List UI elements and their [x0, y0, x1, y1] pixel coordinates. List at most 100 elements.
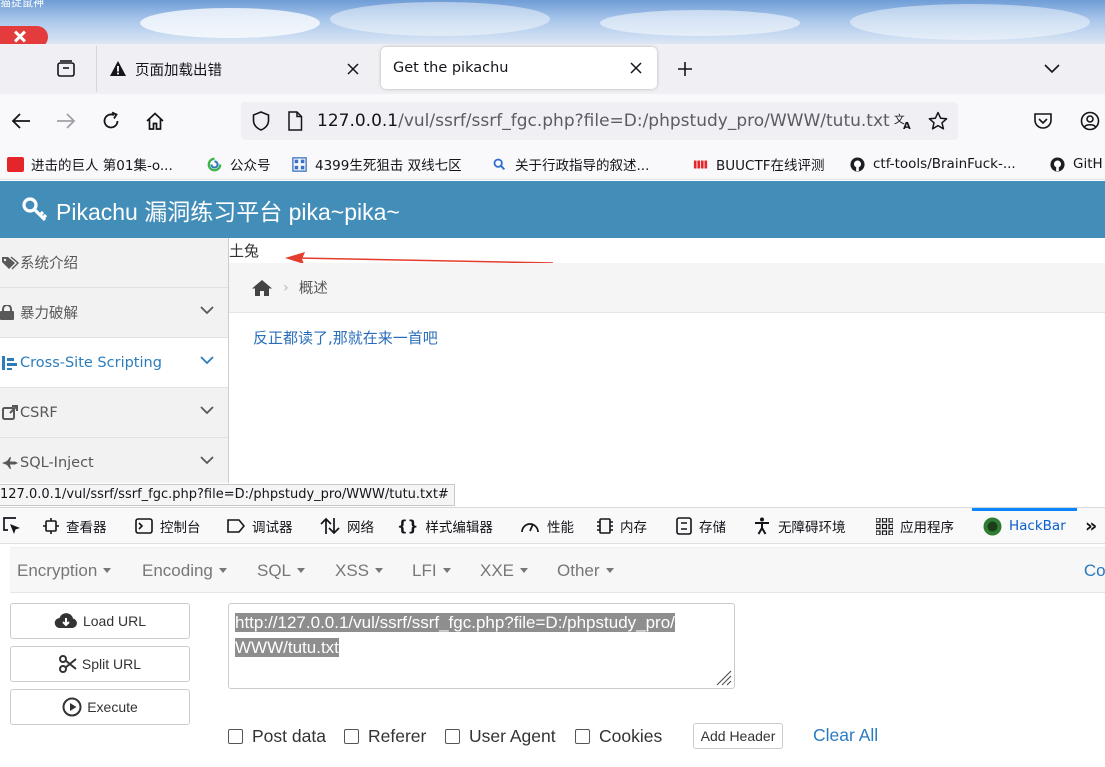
tab-performance[interactable]: 性能: [520, 514, 574, 538]
checkbox-box[interactable]: [445, 729, 460, 744]
game-grid-icon: [292, 156, 307, 172]
menu-lfi[interactable]: LFI: [412, 561, 451, 581]
caret-down-icon: [520, 568, 529, 573]
bookmark-item[interactable]: 关于行政指导的叙述...: [491, 154, 649, 174]
menu-contribute[interactable]: Con: [1084, 561, 1105, 581]
tab-debugger[interactable]: 调试器: [227, 514, 293, 538]
tab-storage[interactable]: 存储: [676, 514, 726, 538]
cloud-download-icon: [54, 612, 78, 630]
post-data-checkbox[interactable]: Post data: [228, 726, 326, 747]
sidebar-item-sql-inject[interactable]: SQL-Inject: [0, 438, 228, 483]
poem-link[interactable]: 反正都读了,那就在来一首吧: [253, 327, 438, 348]
element-picker-button[interactable]: [2, 514, 22, 538]
checkbox-box[interactable]: [228, 729, 243, 744]
forward-button[interactable]: [52, 107, 80, 135]
menu-sql[interactable]: SQL: [257, 561, 306, 581]
load-url-button[interactable]: Load URL: [10, 603, 190, 639]
menu-label: Encoding: [142, 561, 213, 580]
page-info-icon[interactable]: [285, 111, 305, 131]
bookmark-item[interactable]: BUUCTF在线评测: [692, 154, 824, 174]
sidebar-item-csrf[interactable]: CSRF: [0, 388, 228, 438]
menu-xss[interactable]: XSS: [335, 561, 384, 581]
menu-encryption[interactable]: Encryption: [17, 561, 112, 581]
translate-icon[interactable]: 文A: [893, 111, 913, 131]
tab-network[interactable]: 网络: [320, 514, 374, 538]
menu-encoding[interactable]: Encoding: [142, 561, 227, 581]
pocket-icon: [1034, 113, 1052, 129]
tab-close-icon[interactable]: [627, 59, 645, 77]
devtools-tab-label: 应用程序: [900, 520, 954, 536]
home-icon: [146, 112, 164, 130]
tab-hackbar[interactable]: HackBar: [983, 514, 1066, 538]
clear-all-link[interactable]: Clear All: [813, 725, 878, 746]
gauge-icon: [520, 518, 540, 534]
tab-strip: 页面加载出错 Get the pikachu: [0, 44, 1105, 94]
tab-error-page[interactable]: 页面加载出错: [96, 46, 374, 92]
menu-xxe[interactable]: XXE: [480, 561, 529, 581]
url-text[interactable]: 127.0.0.1/vul/ssrf/ssrf_fgc.php?file=D:/…: [317, 111, 890, 131]
bookmark-label: 4399生死狙击 双线七区: [315, 158, 462, 174]
sidebar-item-brute-force[interactable]: 暴力破解: [0, 288, 228, 338]
pocket-button[interactable]: [1029, 107, 1057, 135]
caret-down-icon: [297, 568, 306, 573]
bookmark-star-icon[interactable]: [928, 111, 948, 131]
site-title[interactable]: Pikachu 漏洞练习平台 pika~pika~: [56, 193, 400, 227]
account-button[interactable]: [1076, 107, 1104, 135]
tab-inspector[interactable]: 查看器: [43, 514, 107, 538]
devtools-overflow-button[interactable]: »: [1085, 514, 1097, 538]
reload-button[interactable]: [97, 107, 125, 135]
menu-label: LFI: [412, 561, 437, 580]
checkbox-box[interactable]: [344, 729, 359, 744]
home-icon[interactable]: [251, 279, 273, 297]
bookmark-label: 进击的巨人 第01集-o...: [31, 158, 173, 174]
sidebar-item-intro[interactable]: 系统介绍: [0, 238, 228, 288]
desktop-wallpaper: 猫捉鼠神: [0, 0, 1105, 44]
bookmark-item[interactable]: 4399生死狙击 双线七区: [291, 154, 462, 174]
share-icon: [0, 405, 20, 421]
close-badge-icon[interactable]: [0, 26, 48, 44]
breadcrumb: › 概述: [229, 263, 1105, 313]
tab-application[interactable]: 应用程序: [876, 514, 954, 538]
tab-memory[interactable]: 内存: [597, 514, 647, 538]
add-header-button[interactable]: Add Header: [693, 723, 783, 749]
tab-close-icon[interactable]: [344, 60, 362, 78]
tab-pikachu[interactable]: Get the pikachu: [381, 47, 657, 89]
address-bar[interactable]: 127.0.0.1/vul/ssrf/ssrf_fgc.php?file=D:/…: [241, 102, 958, 140]
list-all-tabs-button[interactable]: [1037, 54, 1067, 84]
devtools-tab-label: 调试器: [252, 520, 293, 536]
tab-accessibility[interactable]: 无障碍环境: [753, 514, 846, 538]
storage-icon: [676, 517, 692, 535]
menu-label: Encryption: [17, 561, 98, 580]
bookmark-item[interactable]: GitH: [1049, 154, 1103, 174]
shield-icon[interactable]: [251, 111, 271, 131]
execute-button[interactable]: Execute: [10, 689, 190, 725]
sidebar: 系统介绍 暴力破解 Cross-Site Scripting CSRF SQL-…: [0, 238, 229, 483]
user-agent-checkbox[interactable]: User Agent: [445, 726, 556, 747]
menu-label: Other: [557, 561, 600, 580]
tab-style-editor[interactable]: {} 样式编辑器: [397, 514, 493, 538]
url-path: /vul/ssrf/ssrf_fgc.php?file=D:/phpstudy_…: [398, 111, 890, 131]
url-textarea[interactable]: http://127.0.0.1/vul/ssrf/ssrf_fgc.php?f…: [228, 603, 735, 689]
bookmark-item[interactable]: 进击的巨人 第01集-o...: [7, 154, 173, 174]
tab-console[interactable]: 控制台: [135, 514, 201, 538]
split-url-button[interactable]: Split URL: [10, 646, 190, 682]
home-button[interactable]: [141, 107, 169, 135]
sidebar-item-label: Cross-Site Scripting: [20, 354, 162, 371]
bookmark-item[interactable]: ctf-tools/BrainFuck-...: [849, 154, 1016, 174]
referer-checkbox[interactable]: Referer: [344, 726, 426, 747]
web-page: Pikachu 漏洞练习平台 pika~pika~ 系统介绍 暴力破解 Cros…: [0, 181, 1105, 483]
menu-other[interactable]: Other: [557, 561, 614, 581]
sidebar-item-xss[interactable]: Cross-Site Scripting: [0, 338, 228, 388]
active-tab-indicator: [972, 508, 1077, 511]
button-label: Split URL: [81, 656, 142, 672]
back-arrow-icon: [11, 113, 30, 129]
tab-overview-button[interactable]: [51, 54, 81, 84]
bookmark-item[interactable]: 公众号: [206, 154, 271, 174]
back-button[interactable]: [7, 107, 35, 135]
cookies-checkbox[interactable]: Cookies: [575, 726, 662, 747]
bookmark-label: BUUCTF在线评测: [716, 158, 825, 174]
checkbox-box[interactable]: [575, 729, 590, 744]
new-tab-button[interactable]: [670, 54, 700, 84]
resize-handle-icon[interactable]: [714, 668, 732, 686]
caret-down-icon: [375, 568, 384, 573]
